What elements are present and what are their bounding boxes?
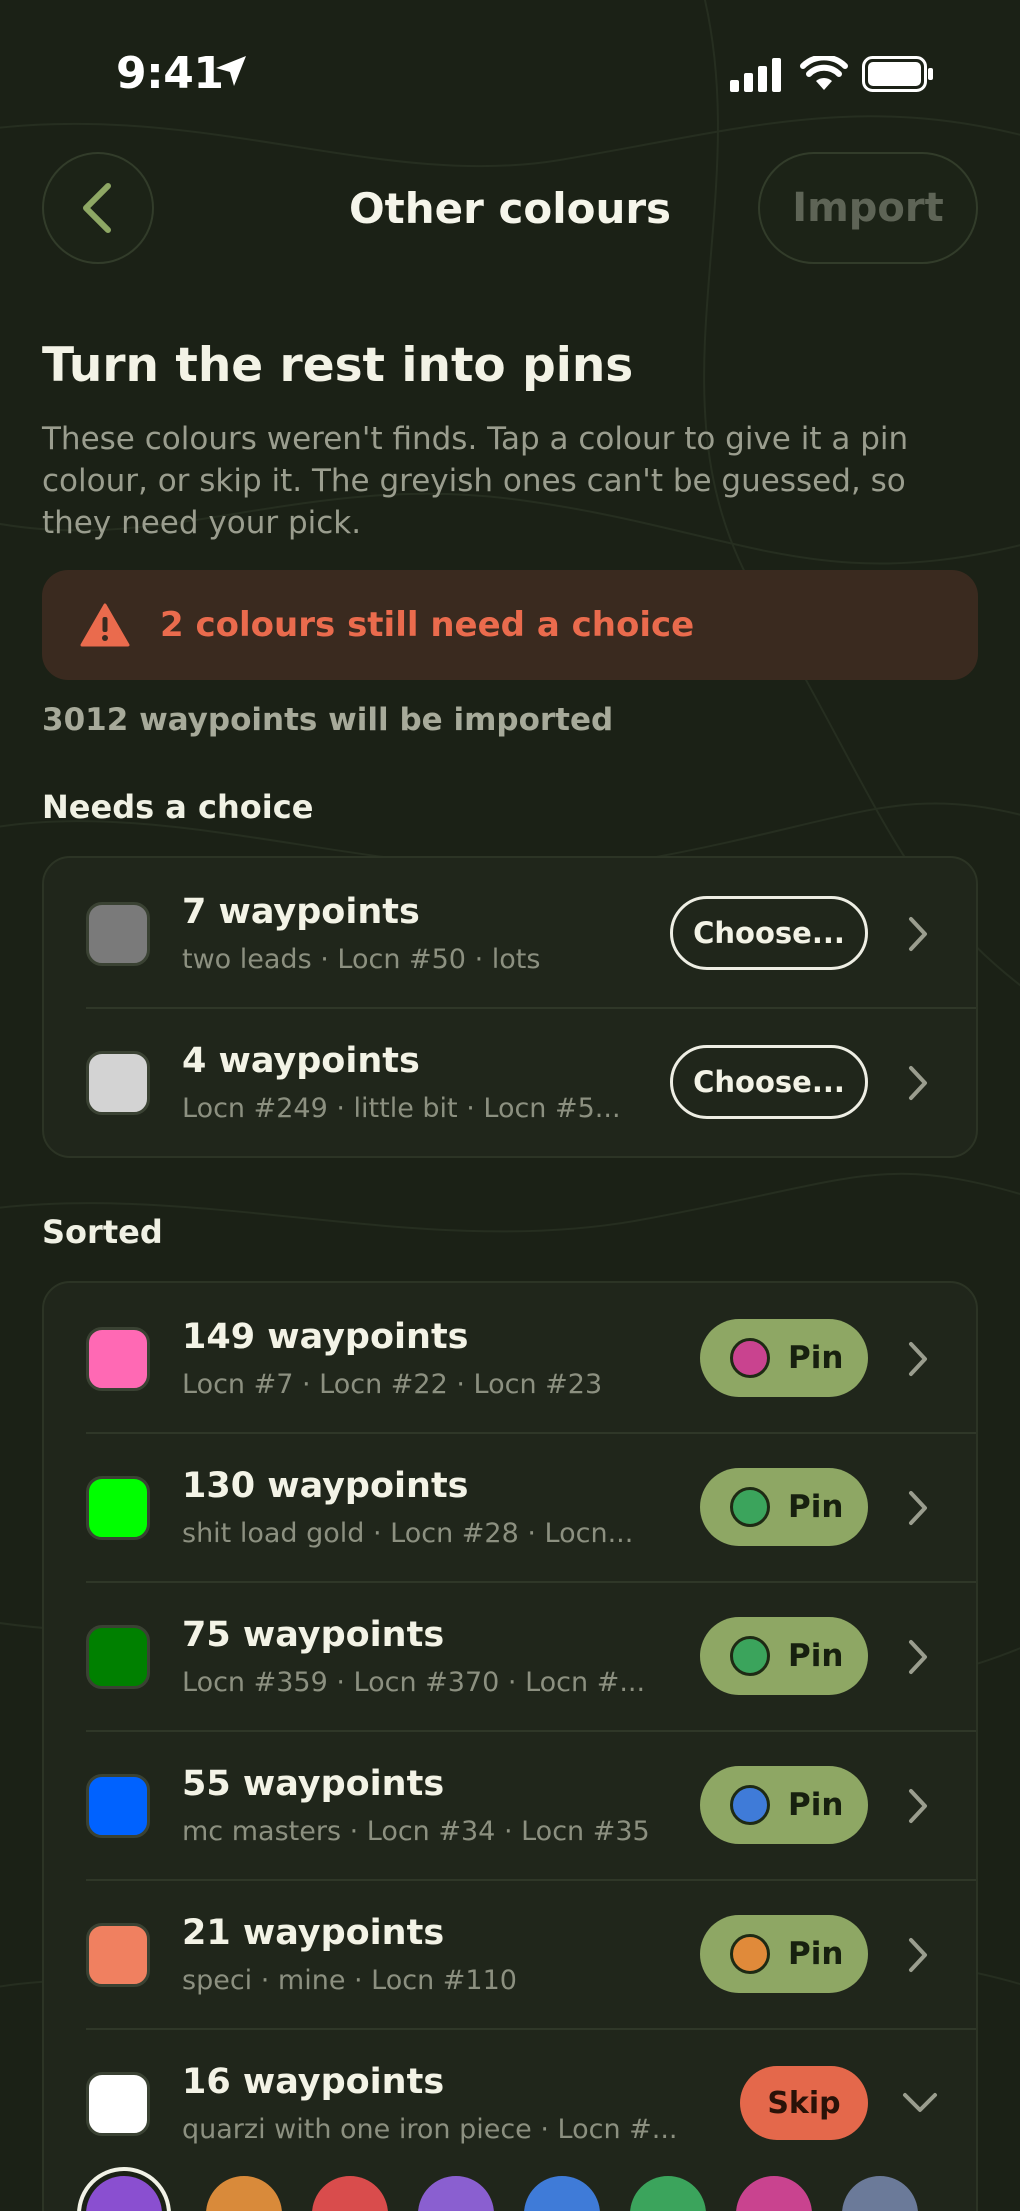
item-subtitle: Locn #7 · Locn #22 · Locn #23 — [182, 1369, 603, 1400]
color-swatch — [86, 1774, 150, 1838]
pin-button[interactable]: Pin — [700, 1915, 868, 1993]
pin-color-dot — [730, 1487, 770, 1527]
choose-button[interactable]: Choose... — [670, 896, 868, 970]
pin-label: Pin — [788, 1489, 844, 1525]
item-title: 7 waypoints — [182, 892, 420, 932]
pin-color-dot — [730, 1338, 770, 1378]
item-subtitle: Locn #359 · Locn #370 · Locn #... — [182, 1667, 646, 1698]
chevron-right-icon[interactable] — [906, 1786, 930, 1826]
pin-button[interactable]: Pin — [700, 1766, 868, 1844]
pin-option-orange[interactable] — [206, 2176, 282, 2211]
pin-option-violet[interactable] — [418, 2176, 494, 2211]
list-item[interactable]: 130 waypoints shit load gold · Locn #28 … — [44, 1432, 976, 1581]
location-arrow-icon — [216, 56, 246, 86]
import-button[interactable]: Import — [758, 152, 978, 264]
item-subtitle: two leads · Locn #50 · lots — [182, 944, 541, 975]
pin-option-purple[interactable] — [86, 2176, 162, 2211]
pin-button[interactable]: Pin — [700, 1617, 868, 1695]
pin-button[interactable]: Pin — [700, 1468, 868, 1546]
item-title: 21 waypoints — [182, 1913, 445, 1953]
chevron-right-icon[interactable] — [906, 1935, 930, 1975]
warning-banner: 2 colours still need a choice — [42, 570, 978, 680]
section-heading: Turn the rest into pins — [42, 338, 634, 393]
pin-option-slate[interactable] — [842, 2176, 918, 2211]
list-item[interactable]: 7 waypoints two leads · Locn #50 · lots … — [44, 858, 976, 1007]
color-swatch — [86, 1051, 150, 1115]
chevron-right-icon[interactable] — [906, 1339, 930, 1379]
list-item[interactable]: 75 waypoints Locn #359 · Locn #370 · Loc… — [44, 1581, 976, 1730]
chevron-down-icon[interactable] — [900, 2090, 940, 2116]
pin-option-green[interactable] — [630, 2176, 706, 2211]
pin-label: Pin — [788, 1638, 844, 1674]
list-item[interactable]: 16 waypoints quarzi with one iron piece … — [44, 2028, 976, 2177]
list-item[interactable]: 55 waypoints mc masters · Locn #34 · Loc… — [44, 1730, 976, 1879]
pin-color-picker — [42, 2176, 978, 2211]
chevron-right-icon[interactable] — [906, 1063, 930, 1103]
item-title: 55 waypoints — [182, 1764, 445, 1804]
status-bar: 9:41 — [0, 0, 1020, 130]
skip-button[interactable]: Skip — [740, 2066, 868, 2140]
item-subtitle: mc masters · Locn #34 · Locn #35 — [182, 1816, 650, 1847]
pin-label: Pin — [788, 1787, 844, 1823]
choose-button[interactable]: Choose... — [670, 1045, 868, 1119]
import-count: 3012 waypoints will be imported — [42, 702, 614, 738]
chevron-right-icon[interactable] — [906, 1488, 930, 1528]
item-title: 75 waypoints — [182, 1615, 445, 1655]
pin-label: Pin — [788, 1340, 844, 1376]
item-subtitle: quarzi with one iron piece · Locn #... — [182, 2114, 678, 2145]
item-title: 130 waypoints — [182, 1466, 469, 1506]
item-subtitle: shit load gold · Locn #28 · Locn... — [182, 1518, 634, 1549]
chevron-right-icon[interactable] — [906, 1637, 930, 1677]
color-swatch — [86, 1625, 150, 1689]
list-item[interactable]: 149 waypoints Locn #7 · Locn #22 · Locn … — [44, 1283, 976, 1432]
pin-button[interactable]: Pin — [700, 1319, 868, 1397]
chevron-right-icon[interactable] — [906, 914, 930, 954]
color-swatch — [86, 902, 150, 966]
cellular-signal-icon — [730, 58, 781, 92]
pin-option-red[interactable] — [312, 2176, 388, 2211]
pin-label: Pin — [788, 1936, 844, 1972]
warning-text: 2 colours still need a choice — [160, 605, 695, 645]
pin-color-dot — [730, 1636, 770, 1676]
pin-color-dot — [730, 1785, 770, 1825]
list-item[interactable]: 4 waypoints Locn #249 · little bit · Loc… — [44, 1007, 976, 1156]
pin-color-dot — [730, 1934, 770, 1974]
item-subtitle: speci · mine · Locn #110 — [182, 1965, 517, 1996]
item-subtitle: Locn #249 · little bit · Locn #5... — [182, 1093, 621, 1124]
needs-choice-title: Needs a choice — [42, 788, 314, 826]
sorted-list: 149 waypoints Locn #7 · Locn #22 · Locn … — [42, 1281, 978, 2211]
pin-option-blue[interactable] — [524, 2176, 600, 2211]
sorted-title: Sorted — [42, 1213, 163, 1251]
list-item[interactable]: 21 waypoints speci · mine · Locn #110 Pi… — [44, 1879, 976, 2028]
status-time: 9:41 — [116, 48, 224, 99]
needs-choice-list: 7 waypoints two leads · Locn #50 · lots … — [42, 856, 978, 1158]
item-title: 149 waypoints — [182, 1317, 469, 1357]
color-swatch — [86, 1476, 150, 1540]
description-text: These colours weren't finds. Tap a colou… — [42, 421, 909, 541]
battery-icon — [862, 56, 933, 92]
item-title: 4 waypoints — [182, 1041, 420, 1081]
wifi-icon — [800, 56, 848, 90]
color-swatch — [86, 1327, 150, 1391]
warning-icon — [80, 603, 130, 647]
item-title: 16 waypoints — [182, 2062, 445, 2102]
color-swatch — [86, 1923, 150, 1987]
pin-option-pink[interactable] — [736, 2176, 812, 2211]
color-swatch — [86, 2072, 150, 2136]
